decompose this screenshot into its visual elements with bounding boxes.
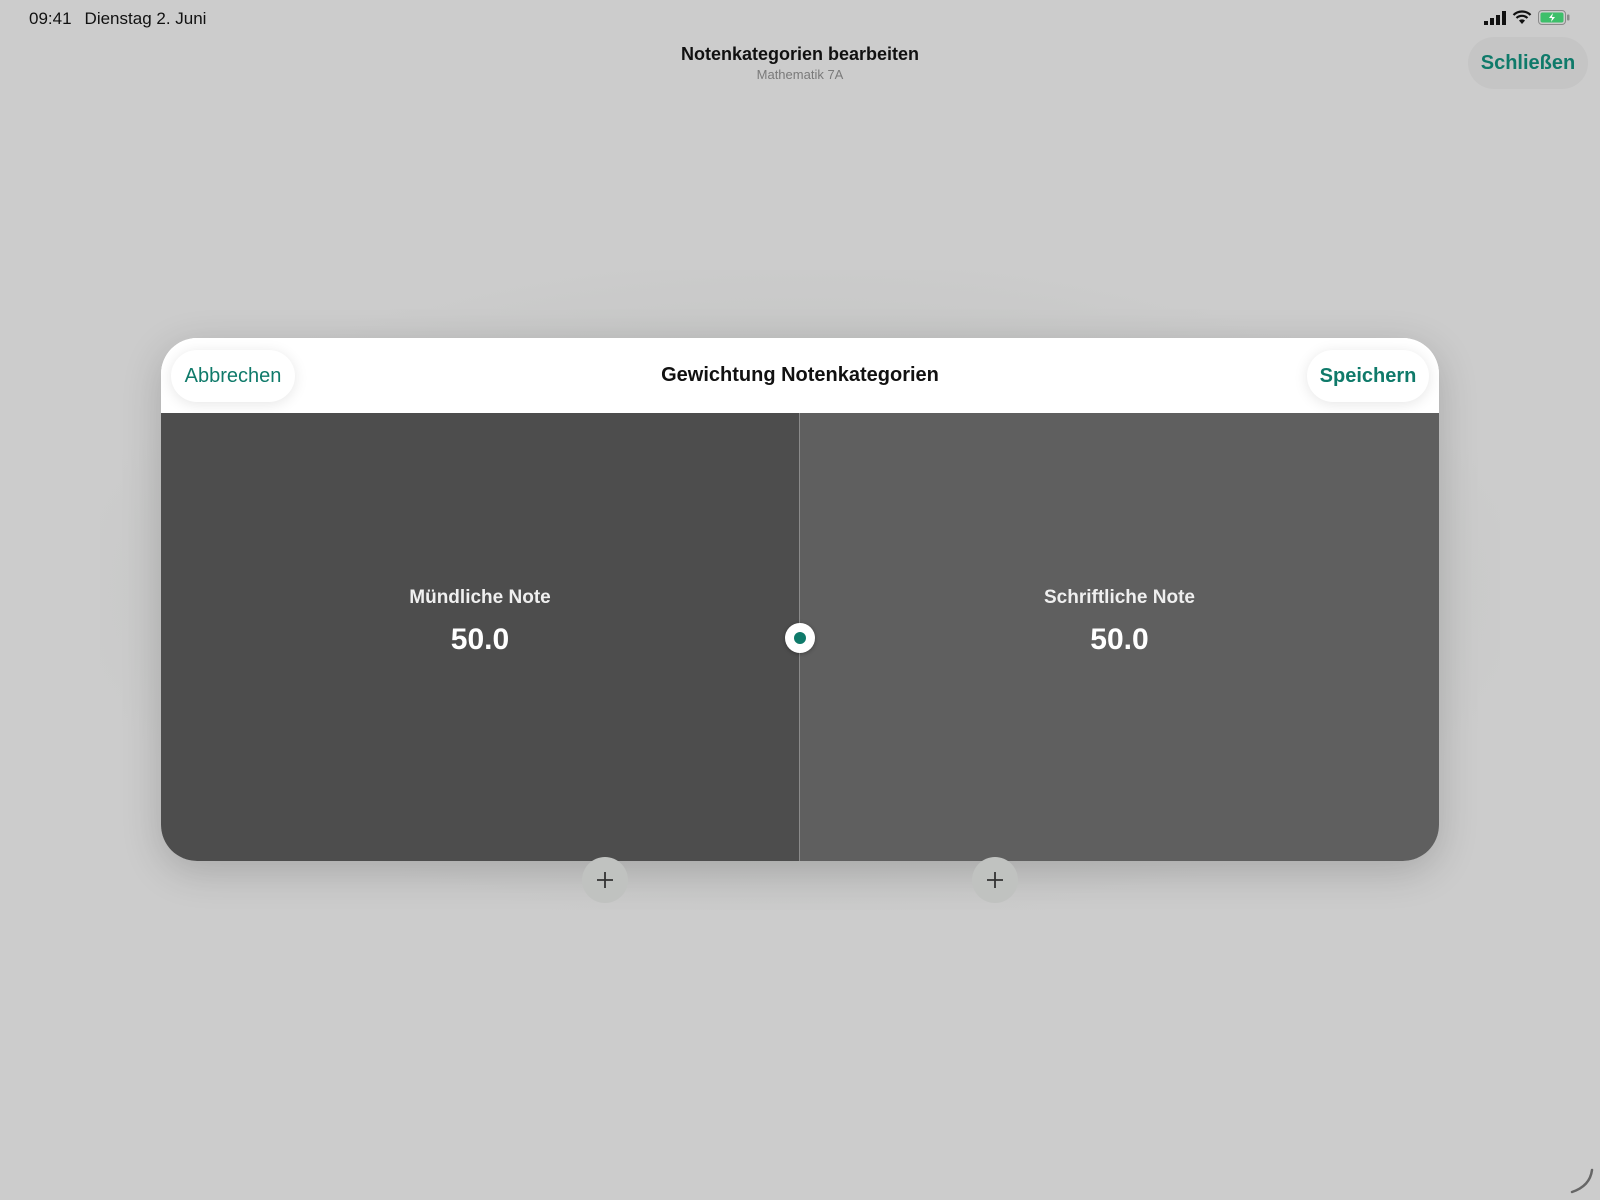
status-date: Dienstag 2. Juni: [84, 9, 207, 28]
category-panel-oral[interactable]: Mündliche Note 50.0: [161, 413, 800, 861]
resize-corner-icon: [1570, 1168, 1594, 1194]
battery-icon: [1538, 10, 1570, 25]
cancel-button[interactable]: Abbrechen: [171, 350, 295, 402]
add-category-button-left[interactable]: [582, 857, 628, 903]
close-button[interactable]: Schließen: [1468, 37, 1588, 89]
handle-dot: [794, 632, 806, 644]
category-label: Schriftliche Note: [1044, 587, 1195, 608]
status-time: 09:41: [29, 9, 72, 28]
page-title: Notenkategorien bearbeiten: [680, 44, 920, 64]
save-button[interactable]: Speichern: [1307, 350, 1429, 402]
wifi-icon: [1512, 10, 1532, 24]
category-value: 50.0: [450, 623, 510, 656]
nav-title-block: Notenkategorien bearbeiten Mathematik 7A: [0, 44, 1600, 82]
weighting-modal: Gewichtung Notenkategorien Abbrechen Spe…: [161, 338, 1439, 861]
plus-icon: [987, 872, 1003, 888]
page-subtitle: Mathematik 7A: [756, 67, 844, 82]
status-bar-right: [1484, 10, 1570, 25]
status-bar-left: 09:41 Dienstag 2. Juni: [29, 9, 206, 29]
modal-header: Gewichtung Notenkategorien Abbrechen Spe…: [161, 338, 1439, 413]
add-category-button-right[interactable]: [972, 857, 1018, 903]
screen: 09:41 Dienstag 2. Juni Notenkategorien b…: [0, 0, 1600, 1200]
split-drag-handle[interactable]: [785, 623, 815, 653]
category-value: 50.0: [1090, 623, 1149, 656]
plus-icon: [597, 872, 613, 888]
category-panel-written[interactable]: Schriftliche Note 50.0: [800, 413, 1439, 861]
signal-icon: [1484, 10, 1506, 25]
category-label: Mündliche Note: [409, 587, 551, 608]
modal-title: Gewichtung Notenkategorien: [661, 364, 939, 386]
